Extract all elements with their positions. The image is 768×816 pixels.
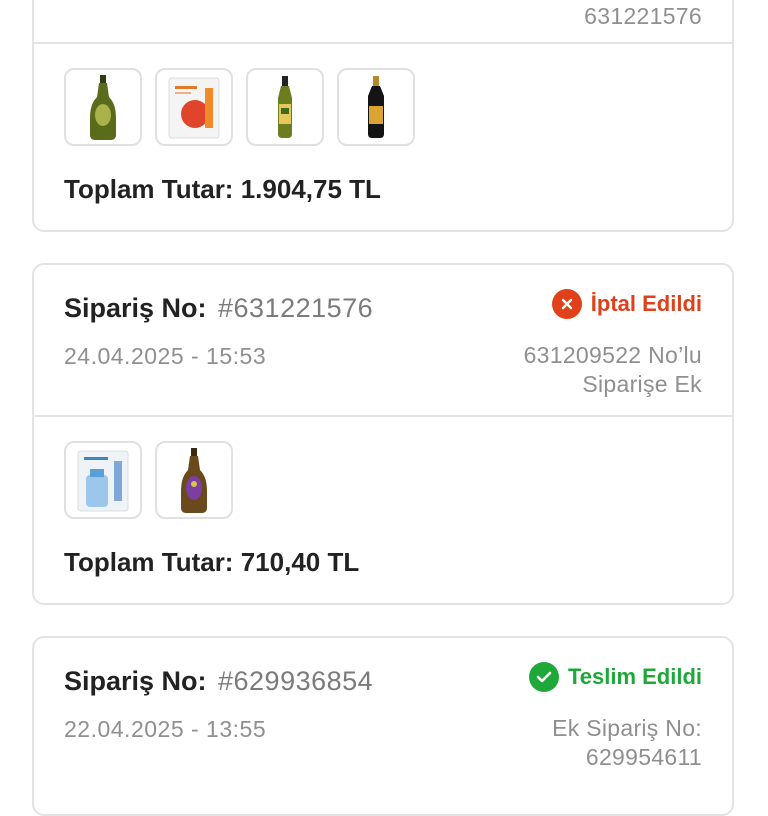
product-thumbnail[interactable] (337, 68, 415, 146)
card-divider (34, 42, 732, 44)
olive-oil-bottle-icon (181, 448, 207, 513)
card-divider (34, 415, 732, 417)
order-card[interactable]: Sipariş No: #629936854 Teslim Edildi 22.… (32, 636, 734, 816)
order-note-line: 631209522 No’lu (523, 342, 702, 368)
order-date: 24.04.2025 - 15:53 (64, 343, 267, 369)
status-label: Teslim Edildi (567, 664, 702, 689)
order-date: 22.04.2025 - 13:55 (64, 716, 267, 742)
order-card[interactable]: Sipariş No: #631221576 İptal Edildi 24.0… (32, 263, 734, 605)
olive-oil-bottle-icon (90, 75, 116, 140)
olive-oil-bottle-icon (368, 76, 384, 138)
product-thumbnail[interactable] (64, 68, 142, 146)
order-number-label: Sipariş No: (64, 666, 207, 696)
order-note-line: Ek Sipariş No: (552, 715, 702, 741)
order-number: #631221576 (218, 293, 374, 323)
order-note-line: Siparişe Ek (582, 371, 702, 397)
order-number: #629936854 (218, 666, 374, 696)
check-circle-icon (528, 662, 559, 692)
order-total: Toplam Tutar: 710,40 TL (64, 547, 359, 578)
cancel-circle-icon (551, 289, 582, 319)
order-total-label: Toplam Tutar: (64, 547, 234, 577)
shopping-bag-icon (168, 77, 220, 139)
order-total: Toplam Tutar: 1.904,75 TL (64, 174, 381, 205)
order-total-value: 710,40 TL (240, 547, 360, 577)
status-badge: İptal Edildi (551, 289, 702, 319)
product-thumbnails (64, 68, 415, 146)
product-thumbnail[interactable] (64, 441, 142, 519)
order-note: Ek Sipariş No: 629954611 (552, 714, 702, 772)
order-total-value: 1.904,75 TL (240, 174, 381, 204)
product-thumbnail[interactable] (155, 68, 233, 146)
product-thumbnail[interactable] (246, 68, 324, 146)
product-thumbnails (64, 441, 233, 519)
status-badge: Teslim Edildi (528, 662, 702, 692)
order-reference-number: 631221576 (584, 3, 702, 29)
order-total-label: Toplam Tutar: (64, 174, 234, 204)
order-card[interactable]: 631221576 Toplam Tutar: 1.904,75 TL (32, 0, 734, 232)
order-number-label: Sipariş No: (64, 293, 207, 323)
order-note: 631209522 No’lu Siparişe Ek (524, 341, 702, 399)
shopping-bag-icon (77, 450, 129, 512)
product-thumbnail[interactable] (155, 441, 233, 519)
status-label: İptal Edildi (590, 291, 702, 316)
olive-oil-bottle-icon (278, 76, 292, 138)
